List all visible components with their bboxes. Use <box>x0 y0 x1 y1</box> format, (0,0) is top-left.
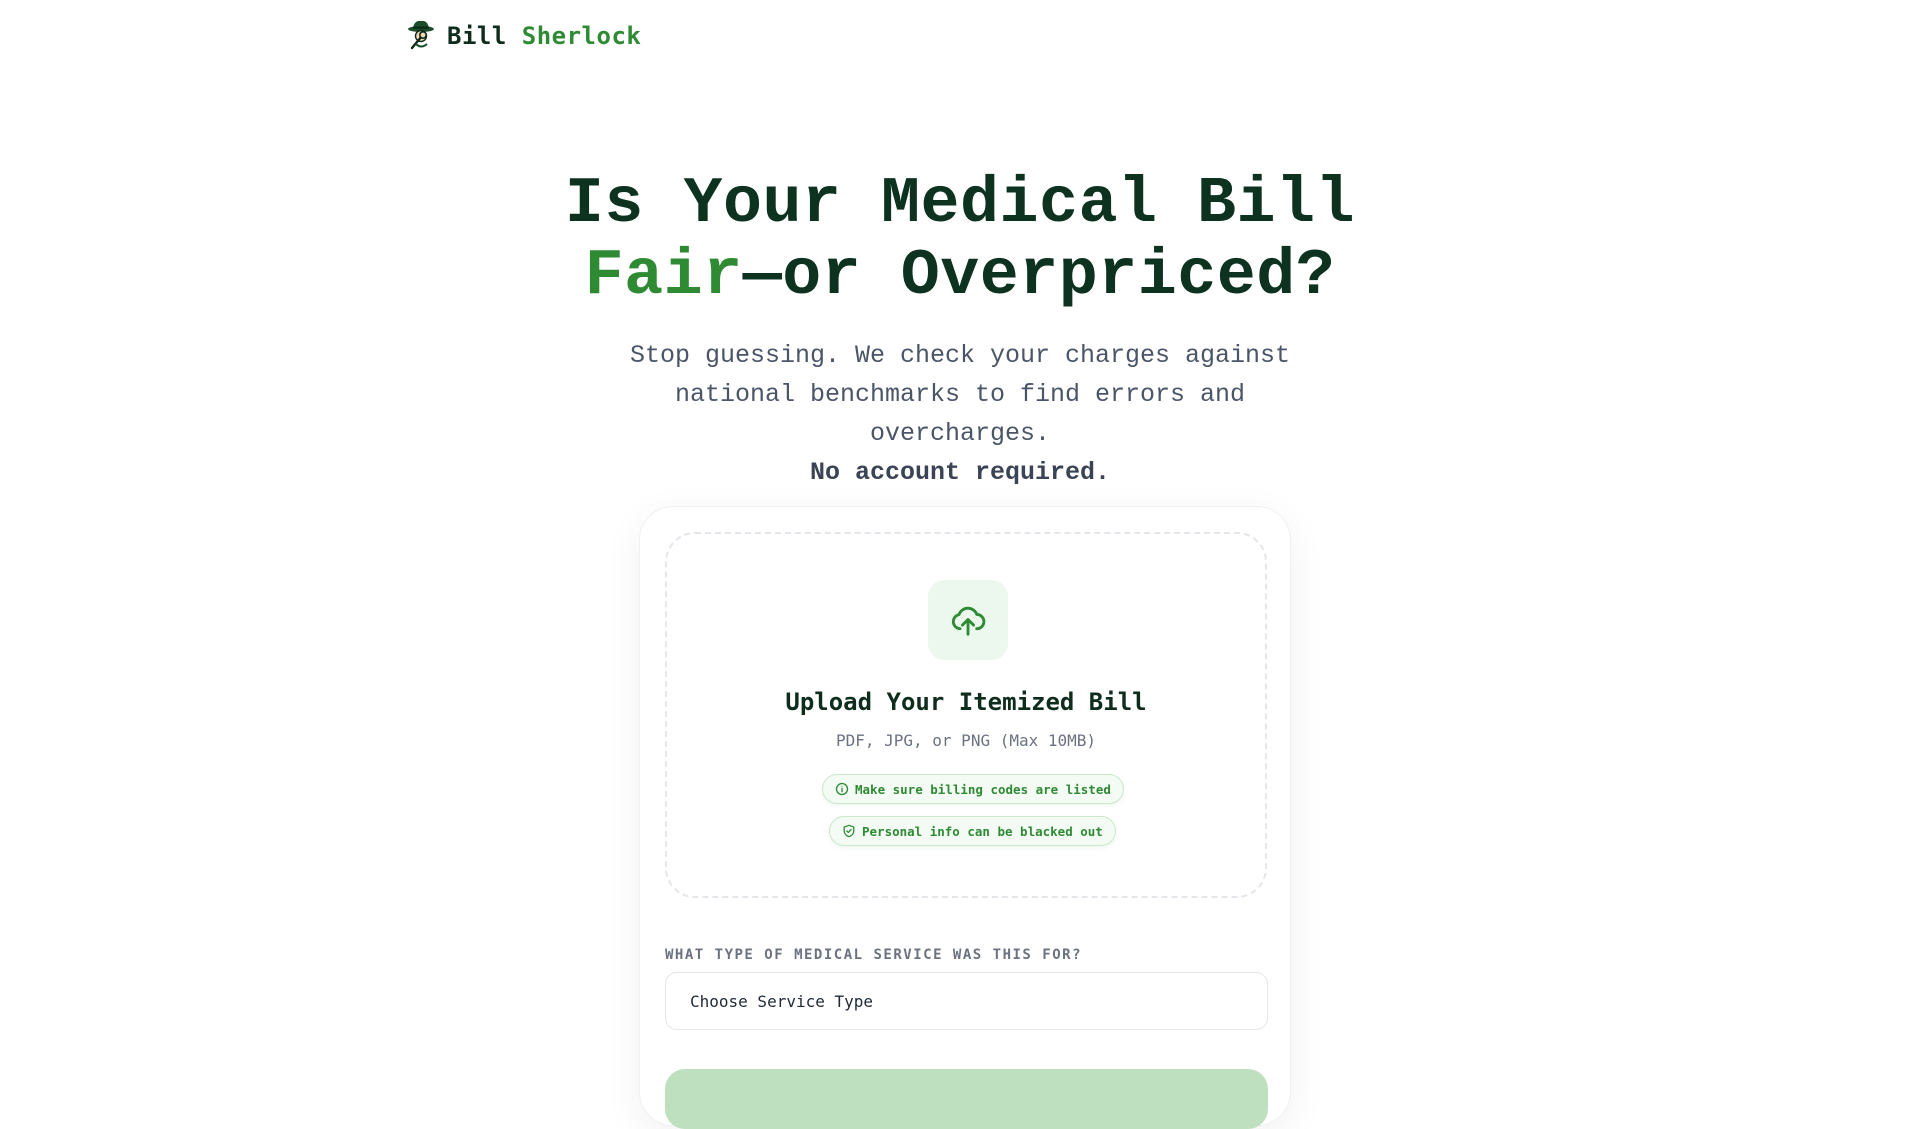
cloud-upload-icon <box>951 606 986 636</box>
site-header: Bill Sherlock <box>403 16 641 56</box>
hero-title-rest: —or Overpriced? <box>742 239 1336 313</box>
upload-formats: PDF, JPG, or PNG (Max 10MB) <box>835 731 1097 750</box>
hero-title-line1: Is Your Medical Bill <box>564 167 1356 241</box>
brand-name-part1: Bill <box>447 22 507 50</box>
tip-billing-codes-label: Make sure billing codes are listed <box>855 781 1111 797</box>
hero-subtitle-bold: No account required. <box>809 458 1111 487</box>
hero-subtitle-text: Stop guessing. We check your charges aga… <box>629 341 1291 448</box>
upload-dropzone[interactable]: Upload Your Itemized Bill PDF, JPG, or P… <box>665 532 1267 898</box>
brand-name[interactable]: Bill Sherlock <box>447 22 641 50</box>
info-icon <box>835 782 849 796</box>
service-type-label: WHAT TYPE OF MEDICAL SERVICE WAS THIS FO… <box>665 947 1083 963</box>
tip-personal-info-label: Personal info can be blacked out <box>862 823 1103 839</box>
brand-name-part2: Sherlock <box>521 22 642 50</box>
tip-billing-codes: Make sure billing codes are listed <box>822 774 1124 804</box>
hero-title-accent: Fair <box>584 239 743 313</box>
upload-title: Upload Your Itemized Bill <box>785 688 1147 716</box>
service-type-selected: Choose Service Type <box>690 991 874 1011</box>
analyze-bill-button[interactable] <box>665 1069 1268 1129</box>
upload-icon-container <box>928 580 1008 660</box>
upload-card: Upload Your Itemized Bill PDF, JPG, or P… <box>639 506 1291 1129</box>
detective-icon[interactable] <box>403 18 439 54</box>
hero-title: Is Your Medical Bill Fair—or Overpriced? <box>0 168 1920 312</box>
hero-section: Is Your Medical Bill Fair—or Overpriced?… <box>0 168 1920 492</box>
hero-subtitle: Stop guessing. We check your charges aga… <box>580 336 1340 492</box>
service-type-select[interactable]: Choose Service Type <box>665 972 1268 1030</box>
shield-icon <box>843 824 855 838</box>
tip-personal-info: Personal info can be blacked out <box>829 816 1116 846</box>
